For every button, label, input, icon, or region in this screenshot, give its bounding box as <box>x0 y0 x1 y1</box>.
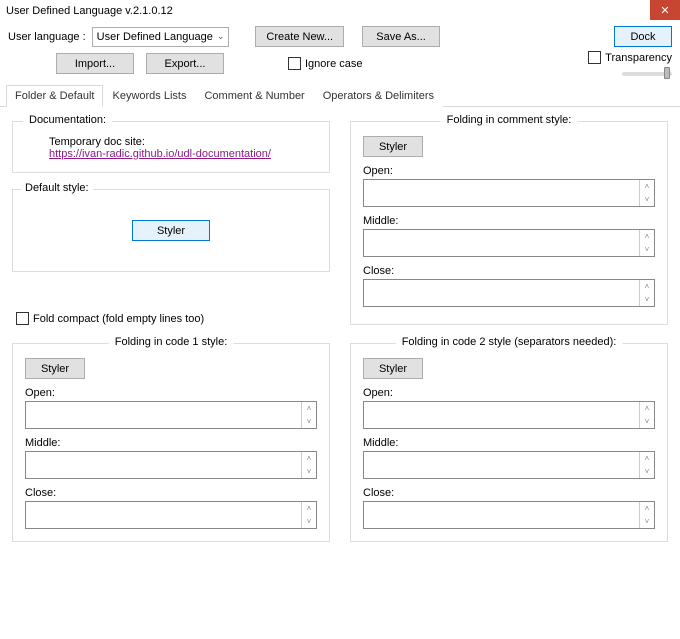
tab-folder-default[interactable]: Folder & Default <box>6 85 103 107</box>
dock-button[interactable]: Dock <box>614 26 672 47</box>
spin-down-icon[interactable]: ˅ <box>302 465 316 478</box>
tab-keywords-lists[interactable]: Keywords Lists <box>103 85 195 107</box>
spin-up-icon[interactable]: ˄ <box>640 280 654 293</box>
folding-code1-legend: Folding in code 1 style: <box>109 336 234 348</box>
folding-code1-group: Folding in code 1 style: Styler Open: ˄˅… <box>12 343 330 542</box>
code1-middle-label: Middle: <box>25 437 317 449</box>
code2-middle-label: Middle: <box>363 437 655 449</box>
documentation-legend: Documentation: <box>23 114 112 126</box>
spin-down-icon[interactable]: ˅ <box>302 415 316 428</box>
ignore-case-label: Ignore case <box>305 58 362 70</box>
import-button[interactable]: Import... <box>56 53 134 74</box>
tab-comment-number[interactable]: Comment & Number <box>195 85 313 107</box>
top-row-1: User language : User Defined Language ⌄ … <box>0 22 680 49</box>
create-new-button[interactable]: Create New... <box>255 26 344 47</box>
transparency-slider[interactable] <box>622 72 672 76</box>
code1-close-input[interactable]: ˄˅ <box>25 501 317 529</box>
default-styler-button[interactable]: Styler <box>132 220 210 241</box>
spin-down-icon[interactable]: ˅ <box>640 243 654 256</box>
spin-up-icon[interactable]: ˄ <box>302 402 316 415</box>
default-style-legend: Default style: <box>21 182 93 194</box>
documentation-group: Documentation: Temporary doc site: https… <box>12 121 330 173</box>
ignore-case-checkbox[interactable]: Ignore case <box>288 57 362 70</box>
code1-styler-button[interactable]: Styler <box>25 358 85 379</box>
comment-close-input[interactable]: ˄˅ <box>363 279 655 307</box>
folding-code2-legend: Folding in code 2 style (separators need… <box>396 336 623 348</box>
folding-code2-group: Folding in code 2 style (separators need… <box>350 343 668 542</box>
code2-close-input[interactable]: ˄˅ <box>363 501 655 529</box>
spin-down-icon[interactable]: ˅ <box>640 415 654 428</box>
comment-styler-button[interactable]: Styler <box>363 136 423 157</box>
code2-open-label: Open: <box>363 387 655 399</box>
udl-window: User Defined Language v.2.1.0.12 ✕ User … <box>0 0 680 639</box>
code1-open-label: Open: <box>25 387 317 399</box>
titlebar: User Defined Language v.2.1.0.12 ✕ <box>0 0 680 22</box>
spin-down-icon[interactable]: ˅ <box>640 293 654 306</box>
tab-content: Documentation: Temporary doc site: https… <box>0 107 680 552</box>
slider-thumb-icon <box>664 67 670 79</box>
comment-middle-label: Middle: <box>363 215 655 227</box>
code2-open-input[interactable]: ˄˅ <box>363 401 655 429</box>
spin-up-icon[interactable]: ˄ <box>640 230 654 243</box>
export-button[interactable]: Export... <box>146 53 224 74</box>
checkbox-icon <box>16 312 29 325</box>
spin-down-icon[interactable]: ˅ <box>302 515 316 528</box>
chevron-down-icon: ⌄ <box>217 31 225 42</box>
close-icon: ✕ <box>660 4 669 17</box>
spin-up-icon[interactable]: ˄ <box>640 180 654 193</box>
window-title: User Defined Language v.2.1.0.12 <box>6 5 650 17</box>
save-as-button[interactable]: Save As... <box>362 26 440 47</box>
code1-close-label: Close: <box>25 487 317 499</box>
transparency-label: Transparency <box>605 52 672 64</box>
spin-up-icon[interactable]: ˄ <box>640 452 654 465</box>
doc-link[interactable]: https://ivan-radic.github.io/udl-documen… <box>49 148 271 160</box>
code2-styler-button[interactable]: Styler <box>363 358 423 379</box>
temp-doc-label: Temporary doc site: <box>49 136 317 148</box>
comment-close-label: Close: <box>363 265 655 277</box>
fold-compact-label: Fold compact (fold empty lines too) <box>33 313 204 325</box>
code1-open-input[interactable]: ˄˅ <box>25 401 317 429</box>
comment-open-label: Open: <box>363 165 655 177</box>
spin-up-icon[interactable]: ˄ <box>640 502 654 515</box>
code2-middle-input[interactable]: ˄˅ <box>363 451 655 479</box>
checkbox-icon <box>288 57 301 70</box>
spin-up-icon[interactable]: ˄ <box>302 452 316 465</box>
folding-comment-legend: Folding in comment style: <box>441 114 578 126</box>
tab-bar: Folder & Default Keywords Lists Comment … <box>0 84 680 107</box>
transparency-checkbox[interactable]: Transparency <box>588 51 672 64</box>
fold-compact-checkbox[interactable]: Fold compact (fold empty lines too) <box>16 312 330 325</box>
code2-close-label: Close: <box>363 487 655 499</box>
user-language-value: User Defined Language <box>97 31 213 43</box>
tab-operators-delimiters[interactable]: Operators & Delimiters <box>314 85 443 107</box>
spin-down-icon[interactable]: ˅ <box>640 515 654 528</box>
spin-up-icon[interactable]: ˄ <box>302 502 316 515</box>
comment-open-input[interactable]: ˄˅ <box>363 179 655 207</box>
top-row-2: Import... Export... Ignore case Transpar… <box>0 49 680 84</box>
code1-middle-input[interactable]: ˄˅ <box>25 451 317 479</box>
default-style-group: Default style: Styler <box>12 189 330 272</box>
comment-middle-input[interactable]: ˄˅ <box>363 229 655 257</box>
spin-down-icon[interactable]: ˅ <box>640 465 654 478</box>
checkbox-icon <box>588 51 601 64</box>
folding-comment-group: Folding in comment style: Styler Open: ˄… <box>350 121 668 325</box>
spin-up-icon[interactable]: ˄ <box>640 402 654 415</box>
user-language-label: User language : <box>8 31 86 43</box>
user-language-select[interactable]: User Defined Language ⌄ <box>92 27 230 47</box>
close-button[interactable]: ✕ <box>650 0 680 20</box>
spin-down-icon[interactable]: ˅ <box>640 193 654 206</box>
